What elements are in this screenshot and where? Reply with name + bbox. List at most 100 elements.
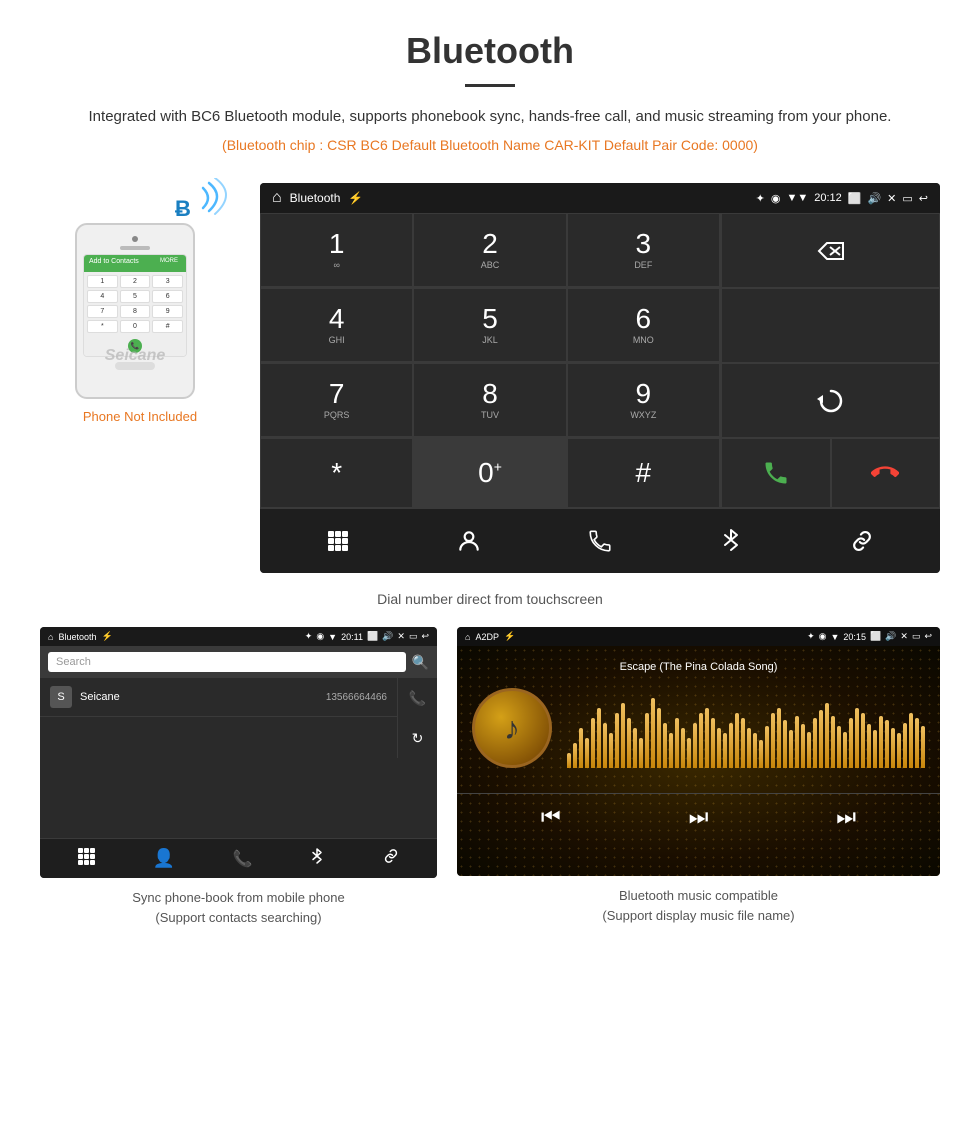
svg-text:Ƀ: Ƀ <box>175 196 191 221</box>
title-divider <box>465 84 515 87</box>
phone-icon <box>587 528 613 554</box>
dial-key-7[interactable]: 7 PQRS <box>260 363 413 437</box>
phone-dialpad: 1 2 3 4 5 6 7 8 9 * 0 # <box>84 272 186 336</box>
dialpad-view-button[interactable] <box>313 521 363 561</box>
bluetooth-button[interactable] <box>706 521 756 561</box>
album-art: ♪ <box>472 688 552 768</box>
pb-x-icon[interactable]: ✕ <box>397 631 405 642</box>
link-icon <box>849 528 875 554</box>
phone-screen: Add to Contacts MORE 1 2 3 4 5 6 7 8 9 <box>83 254 187 357</box>
play-pause-button[interactable]: ⏭ <box>689 804 709 830</box>
window-icon[interactable]: ▭ <box>902 192 912 205</box>
dial-key-6[interactable]: 6 MNO <box>567 288 720 362</box>
call-log-button[interactable] <box>575 521 625 561</box>
pb-grid-icon <box>77 847 95 865</box>
pb-contact-row[interactable]: S Seicane 13566664466 <box>40 678 397 717</box>
phone-key: 2 <box>120 275 151 288</box>
phone-speaker <box>120 246 150 250</box>
dial-key-hash[interactable]: # <box>567 438 720 508</box>
music-note-icon: ♪ <box>504 710 520 747</box>
dial-key-5[interactable]: 5 JKL <box>413 288 566 362</box>
dial-row-3: 7 PQRS 8 TUV 9 WXYZ <box>260 363 720 438</box>
phonebook-screenshot-item: ⌂ Bluetooth ⚡ ✦ ◉ ▼ 20:11 ⬜ 🔊 ✕ ▭ ↩ <box>40 627 437 927</box>
phone-key: 0 <box>120 320 151 333</box>
page-header: Bluetooth Integrated with BC6 Bluetooth … <box>0 0 980 183</box>
music-win-icon[interactable]: ▭ <box>912 631 921 642</box>
prev-button[interactable]: ⏮ <box>541 804 561 830</box>
music-back-icon[interactable]: ↩ <box>924 631 932 642</box>
phone-key: 7 <box>87 305 118 318</box>
phone-screen-action: MORE <box>157 258 181 265</box>
bluetooth-status-icon: ✦ <box>756 192 765 205</box>
pb-back-icon[interactable]: ↩ <box>421 631 429 642</box>
location-icon: ◉ <box>771 192 781 205</box>
empty-cell-1 <box>721 288 940 363</box>
phone-screen-label: Add to Contacts <box>89 258 139 265</box>
dial-key-3[interactable]: 3 DEF <box>567 213 720 287</box>
pb-search-input[interactable]: Search <box>48 652 406 672</box>
dial-key-0[interactable]: 0+ <box>413 438 566 508</box>
phone-key: 1 <box>87 275 118 288</box>
dial-key-1[interactable]: 1 ∞ <box>260 213 413 287</box>
dial-key-8[interactable]: 8 TUV <box>413 363 566 437</box>
music-display: ⌂ A2DP ⚡ ✦ ◉ ▼ 20:15 ⬜ 🔊 ✕ ▭ ↩ <box>457 627 940 876</box>
dial-key-9[interactable]: 9 WXYZ <box>567 363 720 437</box>
car-screen-title: Bluetooth <box>290 191 341 205</box>
phone-key: # <box>152 320 183 333</box>
pb-blank-area <box>40 758 437 838</box>
pb-search-bar: Search 🔍 <box>40 646 437 678</box>
phone-key: * <box>87 320 118 333</box>
pb-phone-btn[interactable]: 📞 <box>233 849 253 869</box>
end-call-button[interactable] <box>831 438 941 508</box>
phone-key: 6 <box>152 290 183 303</box>
dial-key-4[interactable]: 4 GHI <box>260 288 413 362</box>
pb-grid-btn[interactable] <box>77 847 95 870</box>
call-buttons-row <box>721 438 940 508</box>
pb-call-side-icon[interactable]: 📞 <box>409 690 426 707</box>
music-home-icon[interactable]: ⌂ <box>465 632 470 642</box>
call-button[interactable] <box>721 438 831 508</box>
pb-home-icon[interactable]: ⌂ <box>48 632 53 642</box>
music-song-title: Escape (The Pina Colada Song) <box>472 661 925 673</box>
time-display: 20:12 <box>814 192 842 204</box>
pb-user-btn[interactable]: 👤 <box>153 848 175 869</box>
music-status-left: ⌂ A2DP ⚡ <box>465 631 515 642</box>
end-call-icon <box>871 459 899 487</box>
pb-status-left: ⌂ Bluetooth ⚡ <box>48 631 113 642</box>
contact-number: 13566664466 <box>326 692 387 703</box>
close-icon[interactable]: ✕ <box>887 192 896 205</box>
right-panel <box>720 213 940 508</box>
music-waveform <box>567 688 925 768</box>
pb-link-btn[interactable] <box>382 847 400 870</box>
dial-row-1: 1 ∞ 2 ABC 3 DEF <box>260 213 720 288</box>
music-bt-icon: ✦ <box>807 631 815 642</box>
page-description: Integrated with BC6 Bluetooth module, su… <box>60 105 920 129</box>
music-controls: ⏮ ⏭ ⏭ <box>457 793 940 840</box>
music-caption: Bluetooth music compatible (Support disp… <box>457 886 940 925</box>
music-status-right: ✦ ◉ ▼ 20:15 ⬜ 🔊 ✕ ▭ ↩ <box>807 631 932 642</box>
back-icon[interactable]: ↩ <box>919 192 928 205</box>
pb-loc-icon: ◉ <box>316 631 324 642</box>
dial-key-2[interactable]: 2 ABC <box>413 213 566 287</box>
pb-link-icon <box>382 847 400 865</box>
backspace-button[interactable] <box>721 213 940 288</box>
contacts-button[interactable] <box>444 521 494 561</box>
phone-body: Add to Contacts MORE 1 2 3 4 5 6 7 8 9 <box>75 223 195 399</box>
pb-bt-btn[interactable] <box>310 847 324 870</box>
pb-content-area: S Seicane 13566664466 📞 ↻ <box>40 678 437 758</box>
pb-sig-icon: ▼ <box>328 632 337 642</box>
next-button[interactable]: ⏭ <box>836 804 856 830</box>
search-icon[interactable]: 🔍 <box>412 654 429 671</box>
link-button[interactable] <box>837 521 887 561</box>
redial-button[interactable] <box>721 363 940 438</box>
dial-key-star[interactable]: * <box>260 438 413 508</box>
phone-container: Ƀ Add to Contacts MORE 1 2 <box>40 183 240 424</box>
phone-key: 4 <box>87 290 118 303</box>
camera-icon: ⬜ <box>848 192 862 205</box>
pb-refresh-side-icon[interactable]: ↻ <box>412 730 424 747</box>
music-x-icon[interactable]: ✕ <box>900 631 908 642</box>
pb-contact-list: S Seicane 13566664466 <box>40 678 397 758</box>
music-content-inner: Escape (The Pina Colada Song) ♪ <box>457 646 940 783</box>
pb-win-icon[interactable]: ▭ <box>409 631 418 642</box>
home-icon[interactable]: ⌂ <box>272 189 282 207</box>
